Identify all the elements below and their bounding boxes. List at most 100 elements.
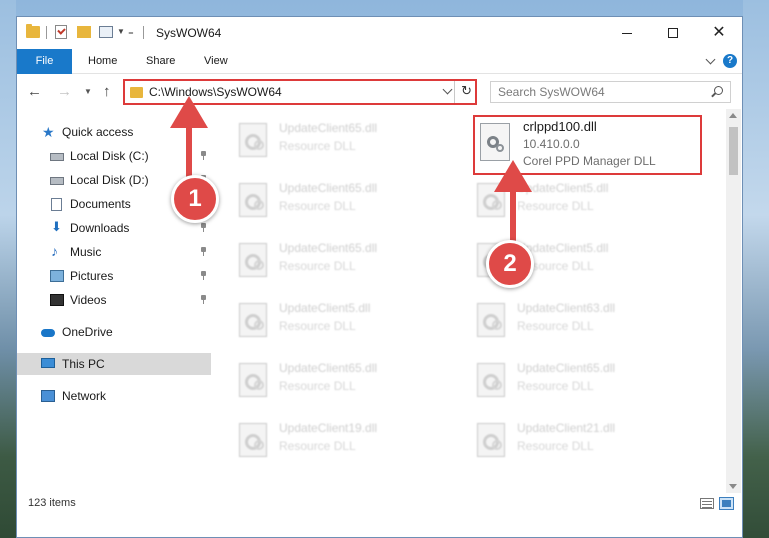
dll-file-icon [239,363,267,397]
file-name: UpdateClient65.dll [279,361,378,375]
sidebar-item-label: Quick access [62,125,134,139]
scroll-down-icon[interactable] [729,484,737,489]
folder-icon [26,24,40,38]
sidebar-item-downloads[interactable]: ⬇ Downloads [17,217,211,239]
list-item[interactable]: UpdateClient65.dll Resource DLL [231,115,451,171]
list-item[interactable]: UpdateClient63.dll Resource DLL [469,295,689,351]
dll-file-icon [239,243,267,277]
sidebar-item-label: Downloads [70,221,130,235]
annotation-arrow-2 [508,188,518,244]
tab-home[interactable]: Home [74,49,131,74]
list-item[interactable]: UpdateClient19.dll Resource DLL [231,415,451,471]
minimize-icon [622,32,632,34]
dll-file-icon [477,303,505,337]
details-view-icon[interactable] [700,498,714,509]
file-type: Resource DLL [517,319,594,333]
gear-icon [496,144,504,152]
pin-icon[interactable] [200,223,207,232]
list-item[interactable]: UpdateClient21.dll Resource DLL [469,415,689,471]
sidebar-item-videos[interactable]: Videos [17,289,211,311]
file-description: Corel PPD Manager DLL [523,154,656,168]
sidebar-item-label: Videos [70,293,107,307]
recent-locations-icon[interactable]: ▼ [84,87,92,96]
toolbar-divider [46,26,47,39]
properties-check-icon[interactable] [55,25,67,39]
pin-icon[interactable] [200,271,207,280]
list-item[interactable]: UpdateClient65.dll Resource DLL [231,235,451,291]
pin-icon[interactable] [200,247,207,256]
search-icon[interactable] [714,86,723,95]
document-icon [51,198,62,211]
forward-arrow-icon[interactable]: → [57,83,72,100]
computer-icon [41,358,55,368]
large-icons-view-icon[interactable] [719,497,734,510]
dll-file-icon [477,363,505,397]
file-type: Resource DLL [279,319,356,333]
dll-file-icon [239,123,267,157]
step-callout-2: 2 [486,240,534,288]
videos-icon [50,294,64,306]
file-version: 10.410.0.0 [523,137,580,151]
search-placeholder: Search SysWOW64 [498,85,605,99]
sidebar-item-network[interactable]: Network [17,385,211,407]
refresh-icon[interactable]: ↻ [461,83,472,99]
folder-icon [130,87,143,98]
dll-file-icon [480,123,510,161]
maximize-icon [668,28,678,38]
back-arrow-icon[interactable]: ← [27,83,42,100]
list-item[interactable]: UpdateClient65.dll Resource DLL [469,355,689,411]
close-button[interactable]: ✕ [696,17,742,49]
help-icon[interactable]: ? [723,54,737,68]
item-count: 123 items [28,497,76,509]
maximize-button[interactable] [650,17,696,49]
sidebar-item-pictures[interactable]: Pictures [17,265,211,287]
tab-file[interactable]: File [17,49,72,74]
scroll-thumb[interactable] [729,127,738,175]
sidebar-item-label: Music [70,245,102,259]
window-title: SysWOW64 [156,26,222,40]
pin-icon[interactable] [200,295,207,304]
ribbon-tabs: File Home Share View ? [17,49,742,74]
pin-icon[interactable] [200,151,207,160]
vertical-scrollbar[interactable] [726,109,741,493]
file-name: UpdateClient65.dll [279,181,378,195]
close-icon: ✕ [712,24,726,41]
file-name: UpdateClient63.dll [517,301,616,315]
sidebar-item-this-pc[interactable]: This PC [17,353,211,375]
file-type: Resource DLL [517,199,594,213]
list-item[interactable]: UpdateClient65.dll Resource DLL [231,355,451,411]
up-arrow-icon[interactable]: ↑ [103,83,111,100]
address-divider [454,81,455,103]
expand-ribbon-icon[interactable] [705,54,716,65]
sidebar-item-label: OneDrive [62,325,113,339]
file-name: UpdateClient5.dll [279,301,371,315]
address-path[interactable]: C:\Windows\SysWOW64 [149,85,282,99]
tab-share[interactable]: Share [132,49,189,74]
step-callout-1: 1 [171,175,219,223]
sidebar-item-onedrive[interactable]: OneDrive [17,321,211,343]
file-type: Resource DLL [517,439,594,453]
annotation-arrowhead-1 [170,96,208,128]
sidebar-item-music[interactable]: ♪ Music [17,241,211,263]
file-name: UpdateClient65.dll [517,361,616,375]
list-item[interactable]: UpdateClient65.dll Resource DLL [231,175,451,231]
file-name: UpdateClient21.dll [517,421,616,435]
new-folder-icon[interactable] [77,26,91,38]
customize-toolbar-icon[interactable]: ₌ [128,25,134,38]
file-name: UpdateClient65.dll [279,241,378,255]
desktop-background-left [0,0,16,538]
dll-file-icon [239,183,267,217]
chevron-down-icon[interactable] [442,84,453,95]
sidebar-item-local-disk-c[interactable]: Local Disk (C:) [17,145,211,167]
chevron-down-icon[interactable]: ▼ [117,27,125,36]
tab-view[interactable]: View [190,49,242,74]
download-icon: ⬇ [51,219,62,234]
drive-icon [50,177,64,185]
search-input[interactable]: Search SysWOW64 [490,81,731,103]
list-item[interactable]: UpdateClient5.dll Resource DLL [231,295,451,351]
scroll-up-icon[interactable] [729,113,737,118]
pictures-icon [50,270,64,282]
file-name: UpdateClient65.dll [279,121,378,135]
minimize-button[interactable] [604,17,650,49]
quick-access-toolbar-icon[interactable] [99,26,113,38]
